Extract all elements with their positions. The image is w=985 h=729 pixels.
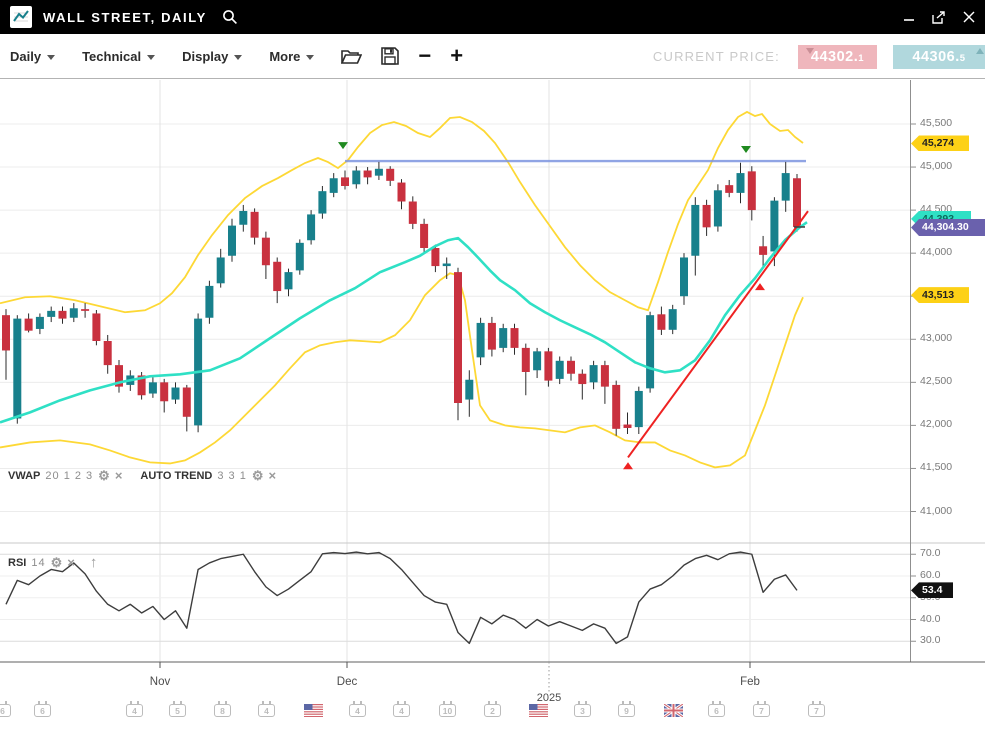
ask-price-fraction: 5	[960, 53, 966, 64]
window-controls	[901, 0, 977, 34]
arrow-down-icon	[806, 48, 814, 54]
current-price-group: CURRENT PRICE: 44302. 1 44306. 5	[653, 34, 985, 79]
menu-more[interactable]: More	[269, 49, 314, 64]
search-icon[interactable]	[222, 9, 238, 25]
calendar-event-icon[interactable]: 6	[34, 704, 51, 717]
gear-icon[interactable]: ⚙	[51, 557, 63, 569]
us-flag-icon[interactable]	[304, 704, 323, 717]
calendar-event-icon[interactable]: 4	[393, 704, 410, 717]
price-chart-canvas[interactable]	[0, 79, 985, 729]
chevron-down-icon	[47, 55, 55, 60]
chevron-down-icon	[306, 55, 314, 60]
save-icon[interactable]	[381, 47, 399, 65]
titlebar: WALL STREET, DAILY	[0, 0, 985, 34]
menu-display-label: Display	[182, 49, 228, 64]
calendar-event-icon[interactable]: 8	[214, 704, 231, 717]
zoom-in-button[interactable]: +	[450, 46, 463, 66]
arrow-up-icon	[976, 48, 984, 54]
menu-timeframe-label: Daily	[10, 49, 41, 64]
remove-indicator-icon[interactable]: ×	[115, 470, 123, 482]
calendar-event-icon[interactable]: 6	[708, 704, 725, 717]
current-price-label: CURRENT PRICE:	[653, 49, 780, 64]
app-logo-chart-icon	[10, 6, 32, 28]
calendar-event-icon[interactable]: 7	[808, 704, 825, 717]
bid-price-badge: 44302. 1	[798, 45, 877, 69]
calendar-event-icon[interactable]: 10	[439, 704, 456, 717]
calendar-event-icon[interactable]: 2	[484, 704, 501, 717]
chevron-down-icon	[147, 55, 155, 60]
zoom-out-button[interactable]: −	[418, 46, 431, 66]
menu-display[interactable]: Display	[182, 49, 242, 64]
ask-price-badge: 44306. 5	[893, 45, 985, 69]
menu-more-label: More	[269, 49, 300, 64]
calendar-event-icon[interactable]: 9	[618, 704, 635, 717]
close-icon[interactable]	[961, 9, 977, 25]
uk-flag-icon[interactable]	[664, 704, 683, 717]
menu-technical-label: Technical	[82, 49, 141, 64]
trading-app-window: WALL STREET, DAILY	[0, 0, 985, 729]
ask-price-value: 44306.	[912, 49, 959, 65]
calendar-event-icon[interactable]: 3	[574, 704, 591, 717]
move-panel-up-icon[interactable]: ↑	[90, 557, 98, 569]
folder-open-icon[interactable]	[341, 48, 362, 65]
calendar-event-icon[interactable]: 6	[0, 704, 11, 717]
chevron-down-icon	[234, 55, 242, 60]
us-flag-icon[interactable]	[529, 704, 548, 717]
calendar-event-icon[interactable]: 7	[753, 704, 770, 717]
chart-region: VWAP 20 1 2 3 ⚙ × AUTO TREND 3 3 1 ⚙ × R…	[0, 79, 985, 729]
gear-icon[interactable]: ⚙	[98, 470, 110, 482]
calendar-event-icon[interactable]: 4	[126, 704, 143, 717]
calendar-event-icon[interactable]: 4	[258, 704, 275, 717]
toolbar: Daily Technical Display More	[0, 34, 985, 79]
remove-indicator-icon[interactable]: ×	[268, 470, 276, 482]
symbol-title: WALL STREET, DAILY	[43, 10, 207, 25]
menu-technical[interactable]: Technical	[82, 49, 155, 64]
remove-indicator-icon[interactable]: ×	[67, 557, 75, 569]
menu-timeframe[interactable]: Daily	[10, 49, 55, 64]
minimize-icon[interactable]	[901, 9, 917, 25]
bid-price-value: 44302.	[811, 49, 858, 65]
calendar-event-icon[interactable]: 5	[169, 704, 186, 717]
calendar-event-icon[interactable]: 4	[349, 704, 366, 717]
bid-price-fraction: 1	[858, 53, 864, 64]
gear-icon[interactable]: ⚙	[252, 470, 264, 482]
popout-window-icon[interactable]	[931, 9, 947, 25]
